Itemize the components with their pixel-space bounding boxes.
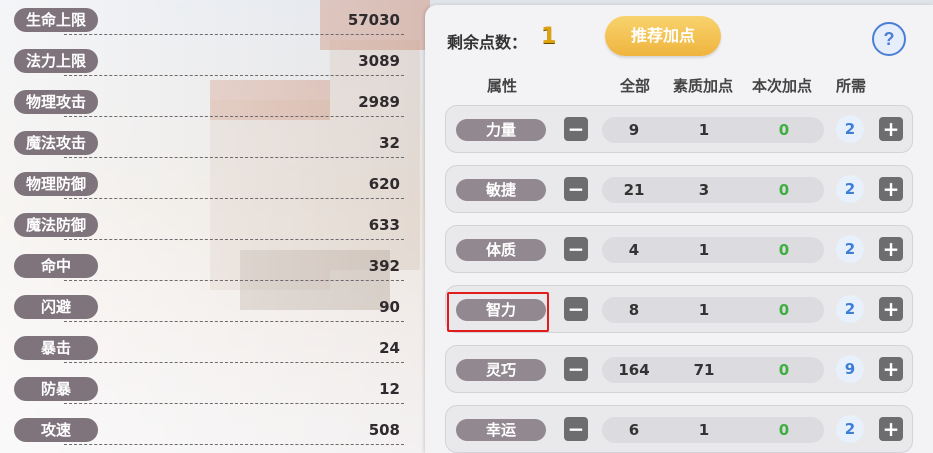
stat-value: 57030 — [347, 11, 400, 29]
header-base-points: 素质加点 — [673, 77, 734, 95]
required-points: 2 — [836, 415, 864, 443]
attribute-name: 灵巧 — [456, 359, 546, 381]
character-stats-list: 生命上限 57030 法力上限 3089 物理攻击 2989 魔法攻击 32 物… — [0, 0, 420, 453]
minus-button[interactable]: − — [564, 357, 588, 381]
required-points: 2 — [836, 175, 864, 203]
header-total: 全部 — [620, 77, 651, 95]
plus-button[interactable]: + — [879, 417, 903, 441]
stat-value: 2989 — [358, 93, 400, 111]
total-value: 4 — [628, 241, 640, 259]
stat-value: 90 — [379, 298, 400, 316]
stat-row: 命中 392 — [14, 248, 406, 284]
header-attribute: 属性 — [487, 77, 518, 95]
minus-button[interactable]: − — [564, 297, 588, 321]
attribute-values: 164 71 0 — [602, 357, 824, 383]
plus-button[interactable]: + — [879, 177, 903, 201]
stat-value: 12 — [379, 380, 400, 398]
attribute-row-dex: 灵巧 − 164 71 0 9 + — [445, 345, 913, 393]
stat-label: 法力上限 — [14, 49, 98, 73]
base-value: 1 — [698, 241, 710, 259]
help-icon[interactable]: ? — [872, 22, 906, 56]
attribute-values: 21 3 0 — [602, 177, 824, 203]
current-value: 0 — [778, 181, 790, 199]
stat-value: 508 — [368, 421, 400, 439]
attribute-row-str: 力量 − 9 1 0 2 + — [445, 105, 913, 153]
stat-label: 生命上限 — [14, 8, 98, 32]
current-value: 0 — [778, 361, 790, 379]
attribute-values: 9 1 0 — [602, 117, 824, 143]
stat-label: 魔法防御 — [14, 213, 98, 237]
total-value: 8 — [628, 301, 640, 319]
remaining-points-value: 1 — [541, 24, 557, 49]
total-value: 9 — [628, 121, 640, 139]
base-value: 1 — [698, 121, 710, 139]
current-value: 0 — [778, 421, 790, 439]
attribute-name: 敏捷 — [456, 179, 546, 201]
stat-row: 暴击 24 — [14, 330, 406, 366]
stat-row: 攻速 508 — [14, 412, 406, 448]
total-value: 21 — [623, 181, 645, 199]
stat-label: 物理防御 — [14, 172, 98, 196]
attribute-row-agi: 敏捷 − 21 3 0 2 + — [445, 165, 913, 213]
required-points: 2 — [836, 295, 864, 323]
plus-button[interactable]: + — [879, 297, 903, 321]
attribute-name: 力量 — [456, 119, 546, 141]
stat-label: 攻速 — [14, 418, 98, 442]
minus-button[interactable]: − — [564, 417, 588, 441]
attribute-row-vit: 体质 − 4 1 0 2 + — [445, 225, 913, 273]
base-value: 3 — [698, 181, 710, 199]
base-value: 1 — [698, 421, 710, 439]
stat-value: 633 — [368, 216, 400, 234]
minus-button[interactable]: − — [564, 177, 588, 201]
attribute-values: 6 1 0 — [602, 417, 824, 443]
highlight-box — [447, 292, 549, 332]
stat-row: 物理防御 620 — [14, 166, 406, 202]
attribute-row-luk: 幸运 − 6 1 0 2 + — [445, 405, 913, 453]
stat-label: 暴击 — [14, 336, 98, 360]
minus-button[interactable]: − — [564, 117, 588, 141]
plus-button[interactable]: + — [879, 117, 903, 141]
stat-row: 法力上限 3089 — [14, 43, 406, 79]
stat-value: 3089 — [358, 52, 400, 70]
required-points: 9 — [836, 355, 864, 383]
base-value: 1 — [698, 301, 710, 319]
stat-label: 防暴 — [14, 377, 98, 401]
attribute-values: 8 1 0 — [602, 297, 824, 323]
total-value: 164 — [618, 361, 650, 379]
stat-row: 防暴 12 — [14, 371, 406, 407]
stat-label: 命中 — [14, 254, 98, 278]
plus-button[interactable]: + — [879, 237, 903, 261]
attribute-name: 幸运 — [456, 419, 546, 441]
current-value: 0 — [778, 121, 790, 139]
attribute-points-panel: 剩余点数： 1 推荐加点 ? 属性 全部 素质加点 本次加点 所需 力量 − 9… — [425, 5, 933, 453]
stat-label: 闪避 — [14, 295, 98, 319]
base-value: 71 — [693, 361, 715, 379]
required-points: 2 — [836, 115, 864, 143]
required-points: 2 — [836, 235, 864, 263]
remaining-points-label: 剩余点数： — [447, 33, 528, 52]
current-value: 0 — [778, 301, 790, 319]
header-required: 所需 — [836, 77, 867, 95]
header-current-points: 本次加点 — [752, 77, 813, 95]
stat-row: 魔法攻击 32 — [14, 125, 406, 161]
total-value: 6 — [628, 421, 640, 439]
attribute-name: 体质 — [456, 239, 546, 261]
attribute-values: 4 1 0 — [602, 237, 824, 263]
minus-button[interactable]: − — [564, 237, 588, 261]
stat-value: 620 — [368, 175, 400, 193]
stat-row: 闪避 90 — [14, 289, 406, 325]
stat-row: 魔法防御 633 — [14, 207, 406, 243]
stat-row: 生命上限 57030 — [14, 2, 406, 38]
stat-row: 物理攻击 2989 — [14, 84, 406, 120]
stat-value: 32 — [379, 134, 400, 152]
current-value: 0 — [778, 241, 790, 259]
stat-value: 392 — [368, 257, 400, 275]
plus-button[interactable]: + — [879, 357, 903, 381]
stat-value: 24 — [379, 339, 400, 357]
stat-label: 魔法攻击 — [14, 131, 98, 155]
stat-label: 物理攻击 — [14, 90, 98, 114]
recommend-points-button[interactable]: 推荐加点 — [605, 16, 721, 56]
